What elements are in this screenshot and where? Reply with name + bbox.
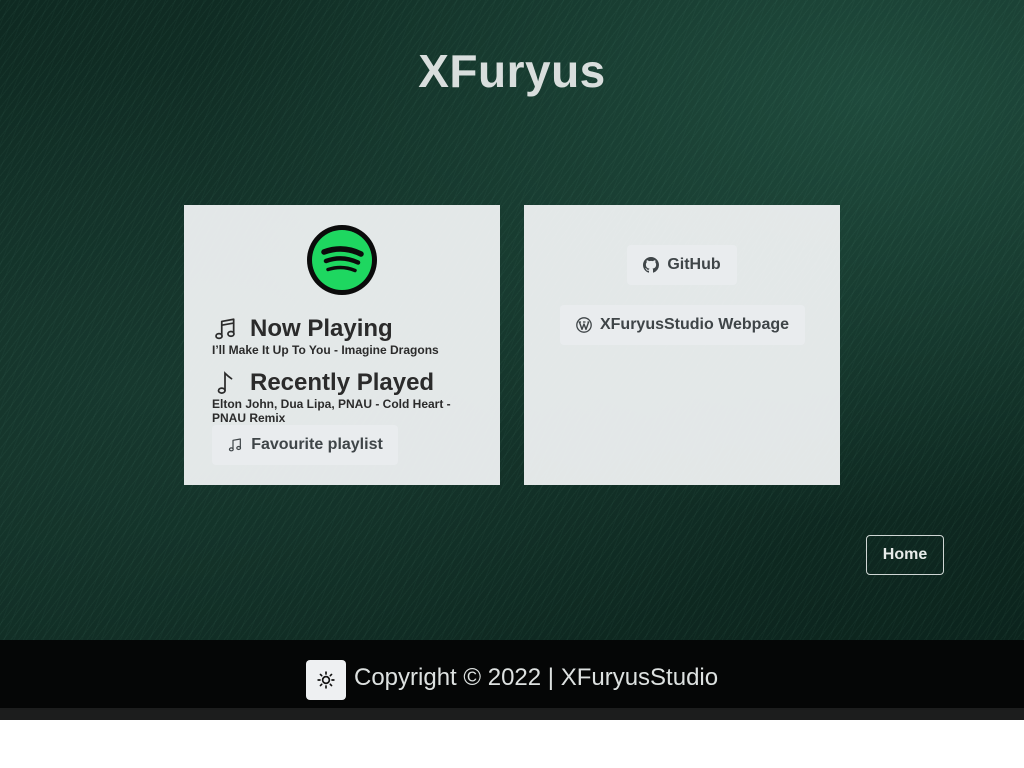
music-notes-icon: [229, 438, 242, 452]
footer-bottom-strip: [0, 708, 1024, 720]
sun-icon: [317, 671, 335, 689]
favourite-playlist-label: Favourite playlist: [251, 436, 383, 453]
now-playing-track: I’ll Make It Up To You - Imagine Dragons: [212, 343, 439, 357]
xfuryusstudio-webpage-button[interactable]: XFuryusStudio Webpage: [560, 305, 805, 345]
now-playing-heading: Now Playing: [212, 315, 393, 343]
copyright-text: Copyright © 2022 | XFuryusStudio: [354, 664, 719, 691]
recently-played-heading: Recently Played: [212, 369, 434, 397]
recently-played-label: Recently Played: [250, 369, 435, 396]
spotify-icon[interactable]: [307, 225, 377, 295]
recently-played-track: Elton John, Dua Lipa, PNAU - Cold Heart …: [212, 397, 451, 425]
github-label: GitHub: [667, 256, 721, 273]
links-card: GitHub XFuryusStudio Webpage: [524, 205, 840, 485]
music-card: Now Playing I’ll Make It Up To You - Ima…: [184, 205, 500, 485]
now-playing-label: Now Playing: [250, 315, 393, 342]
theme-toggle-button[interactable]: [306, 660, 346, 700]
home-button[interactable]: Home: [866, 535, 944, 575]
page-title: XFuryus: [418, 45, 606, 97]
webpage-label: XFuryusStudio Webpage: [599, 316, 790, 333]
github-icon: [643, 257, 660, 273]
wordpress-icon: [576, 317, 592, 333]
footer: Copyright © 2022 | XFuryusStudio: [0, 640, 1024, 708]
music-notes-icon: [215, 318, 235, 340]
music-note-icon: [217, 371, 233, 394]
hero-section: XFuryus Now Playing I’ll Make It Up To Y…: [0, 0, 1024, 640]
github-button[interactable]: GitHub: [627, 245, 737, 285]
favourite-playlist-button[interactable]: Favourite playlist: [212, 425, 398, 465]
